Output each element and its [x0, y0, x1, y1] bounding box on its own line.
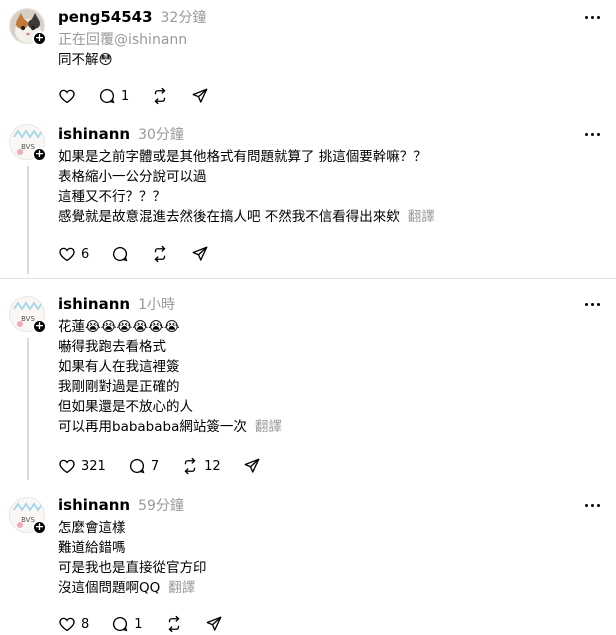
post-text: 怎麼會這樣 難道給錯嗎 可是我也是直接從官方印 沒這個問題啊QQ 翻譯: [58, 518, 207, 598]
action-bar: 321 7 12: [58, 456, 283, 476]
timestamp[interactable]: 1小時: [138, 294, 175, 314]
send-icon: [244, 458, 260, 473]
heart-icon: [59, 89, 75, 104]
like-button[interactable]: 321: [58, 457, 106, 475]
repost-button[interactable]: [151, 87, 169, 105]
repost-button[interactable]: [165, 615, 183, 633]
repost-icon: [184, 457, 196, 475]
comment-button[interactable]: 1: [98, 87, 129, 105]
comment-icon: [113, 616, 128, 632]
post-line: 我剛剛對過是正確的: [58, 379, 180, 395]
post-line: 嚇得我跑去看格式: [58, 339, 166, 355]
repost-button[interactable]: 12: [181, 457, 221, 475]
repost-icon: [168, 615, 180, 633]
reply-post: BVS + ishinann 59分鐘 怎麼會這樣 難道給錯嗎 可是我也是直接從…: [0, 483, 616, 635]
share-button[interactable]: [243, 457, 261, 475]
post-line-last: 沒這個問題啊QQ 翻譯: [58, 578, 207, 598]
post-line-last: 感覺就是故意混進去然後在搞人吧 不然我不信看得出來欸 翻譯: [58, 207, 435, 227]
avatar[interactable]: BVS +: [9, 296, 47, 334]
heart-icon: [59, 459, 75, 474]
send-icon: [192, 88, 208, 103]
translate-link[interactable]: 翻譯: [168, 580, 195, 596]
post-line: 難道給錯嗎: [58, 540, 126, 556]
avatar[interactable]: BVS +: [9, 497, 47, 535]
post-header: ishinann 1小時: [58, 294, 175, 314]
translate-link[interactable]: 翻譯: [408, 209, 435, 225]
send-icon: [206, 616, 221, 631]
post: BVS + ishinann 1小時 花蓮😭😭😭😭😭😭 嚇得我跑去看格式 如果有…: [0, 279, 616, 483]
like-button[interactable]: [58, 87, 76, 105]
repost-icon: [154, 245, 166, 263]
repost-count: 12: [204, 458, 221, 474]
comment-button[interactable]: 1: [111, 615, 143, 633]
like-button[interactable]: 8: [58, 615, 89, 633]
post-line: 可是我也是直接從官方印: [58, 560, 207, 576]
comment-icon: [99, 88, 115, 104]
post-line-last: 可以再用babababa網站簽一次 翻譯: [58, 417, 282, 437]
action-bar: 6: [58, 244, 231, 264]
post-line-text: 可以再用babababa網站簽一次: [58, 419, 247, 435]
more-options-icon[interactable]: [580, 496, 604, 514]
follow-plus-icon[interactable]: +: [32, 31, 47, 46]
comment-button[interactable]: 7: [128, 457, 159, 475]
comment-count: 1: [134, 616, 143, 632]
action-bar: 8 1: [58, 614, 245, 634]
like-count: 6: [81, 246, 90, 262]
username[interactable]: peng54543: [58, 8, 153, 26]
heart-icon: [59, 617, 75, 632]
comment-count: 7: [150, 458, 160, 474]
repost-button[interactable]: [151, 245, 169, 263]
heart-icon: [59, 247, 75, 262]
share-button[interactable]: [191, 245, 209, 263]
post-line: 如果有人在我這裡簽: [58, 359, 180, 375]
repost-icon: [154, 87, 166, 105]
username[interactable]: ishinann: [58, 295, 130, 313]
post-line: 同不解😳: [58, 52, 113, 68]
comment-button[interactable]: [111, 245, 129, 263]
thread-line: [27, 338, 29, 480]
post-line: 花蓮😭😭😭😭😭😭: [58, 319, 180, 335]
replying-to[interactable]: 正在回覆@ishinann: [58, 29, 187, 49]
avatar[interactable]: +: [9, 8, 47, 46]
share-button[interactable]: [205, 615, 223, 633]
username[interactable]: ishinann: [58, 496, 130, 514]
avatar[interactable]: BVS +: [9, 124, 47, 162]
like-count: 8: [81, 616, 90, 632]
reply-post: + peng54543 32分鐘 正在回覆@ishinann 同不解😳 1: [0, 0, 616, 120]
action-bar: 1: [58, 86, 231, 106]
post-line: 表格縮小一公分說可以過: [58, 169, 207, 185]
post-header: ishinann 59分鐘: [58, 495, 184, 515]
send-icon: [192, 246, 208, 261]
post-line-text: 感覺就是故意混進去然後在搞人吧 不然我不信看得出來欸: [58, 209, 400, 225]
follow-plus-icon[interactable]: +: [32, 520, 47, 535]
timestamp[interactable]: 59分鐘: [138, 495, 184, 515]
post-header: peng54543 32分鐘: [58, 7, 206, 27]
post-line: 如果是之前字體或是其他格式有問題就算了 挑這個要幹嘛？？: [58, 149, 427, 165]
thread-line: [27, 166, 29, 274]
translate-link[interactable]: 翻譯: [255, 419, 282, 435]
comment-icon: [113, 246, 128, 262]
comment-icon: [129, 458, 145, 474]
like-button[interactable]: 6: [58, 245, 89, 263]
post-text: 如果是之前字體或是其他格式有問題就算了 挑這個要幹嘛？？ 表格縮小一公分說可以過…: [58, 147, 435, 227]
timestamp[interactable]: 32分鐘: [161, 7, 207, 27]
timestamp[interactable]: 30分鐘: [138, 124, 184, 144]
post-text: 花蓮😭😭😭😭😭😭 嚇得我跑去看格式 如果有人在我這裡簽 我剛剛對過是正確的 但如…: [58, 317, 282, 437]
more-options-icon[interactable]: [580, 125, 604, 143]
follow-plus-icon[interactable]: +: [32, 147, 47, 162]
username[interactable]: ishinann: [58, 125, 130, 143]
reply-post: BVS + ishinann 30分鐘 如果是之前字體或是其他格式有問題就算了 …: [0, 120, 616, 278]
post-header: ishinann 30分鐘: [58, 124, 184, 144]
post-line: 這種又不行？？？: [58, 189, 166, 205]
like-count: 321: [81, 458, 106, 474]
post-line: 但如果還是不放心的人: [58, 399, 193, 415]
comment-count: 1: [121, 88, 130, 104]
post-text: 同不解😳: [58, 50, 113, 70]
post-line: 怎麼會這樣: [58, 520, 126, 536]
follow-plus-icon[interactable]: +: [32, 319, 47, 334]
share-button[interactable]: [191, 87, 209, 105]
more-options-icon[interactable]: [580, 295, 604, 313]
post-line-text: 沒這個問題啊QQ: [58, 580, 161, 596]
more-options-icon[interactable]: [580, 8, 604, 26]
